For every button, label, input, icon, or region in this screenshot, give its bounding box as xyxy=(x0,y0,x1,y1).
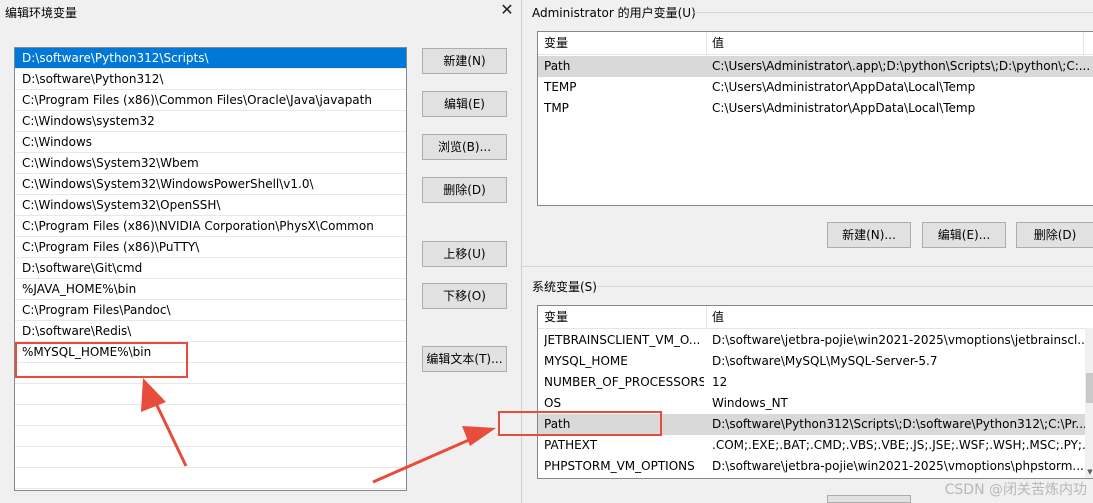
arrow-to-path-variable xyxy=(372,426,496,484)
arrow-up-to-mysql-path xyxy=(141,378,188,467)
annotation-arrows xyxy=(141,378,496,484)
watermark: CSDN @闭关苦炼内功 xyxy=(944,482,1087,498)
